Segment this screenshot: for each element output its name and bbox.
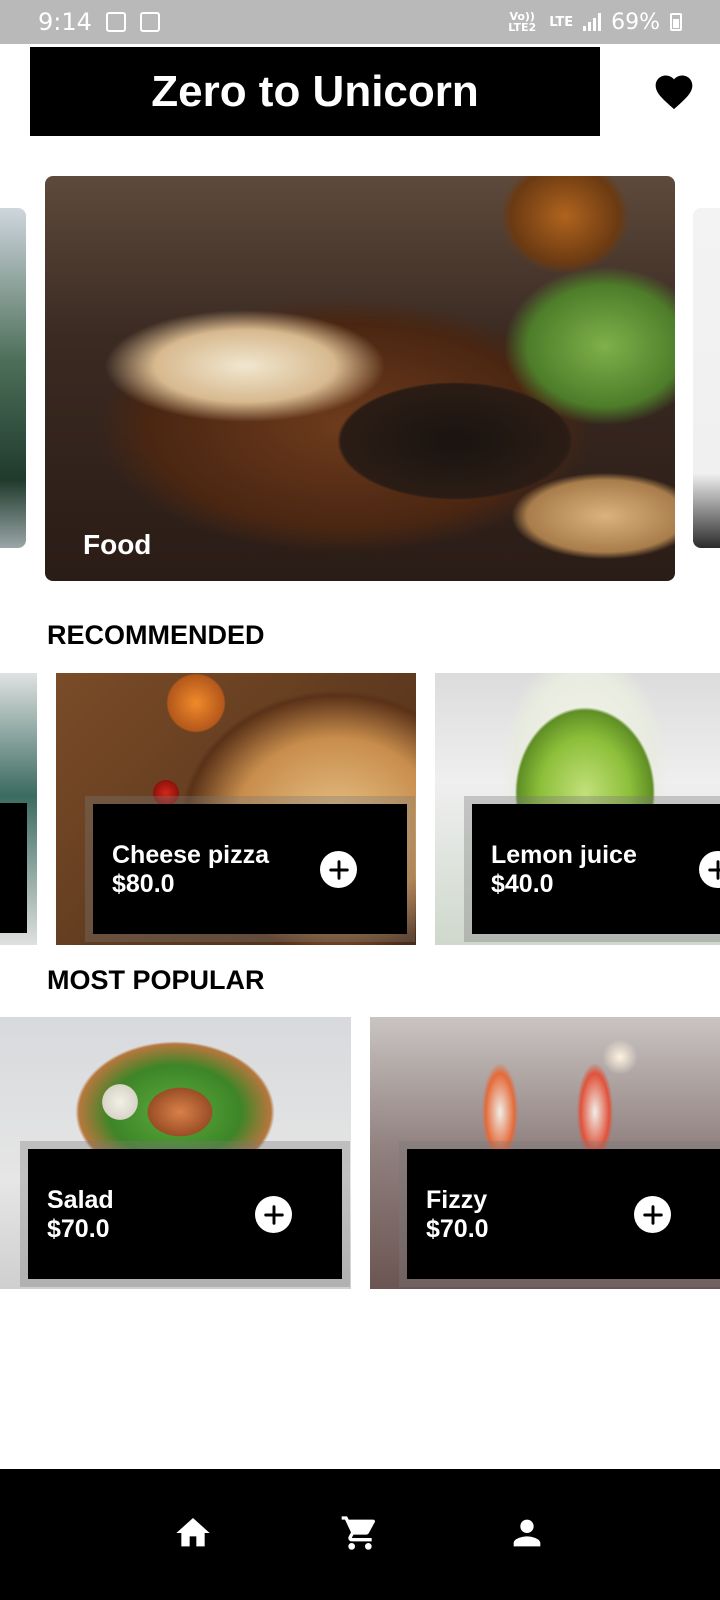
card-panel: Lemon juice $40.0 xyxy=(464,796,720,942)
signal-icon xyxy=(583,13,602,31)
carousel-next-card[interactable] xyxy=(693,208,720,548)
card-panel: Cheese pizza $80.0 xyxy=(85,796,415,942)
product-price: $70.0 xyxy=(47,1215,110,1243)
product-price: $40.0 xyxy=(491,870,554,898)
cart-icon[interactable] xyxy=(338,1511,382,1555)
recommended-card-cheese-pizza[interactable]: Cheese pizza $80.0 xyxy=(56,673,416,945)
most-popular-title: MOST POPULAR xyxy=(47,965,265,995)
product-name: Salad xyxy=(47,1186,114,1214)
product-name: Lemon juice xyxy=(491,841,637,869)
recommended-title: RECOMMENDED xyxy=(47,620,265,650)
category-banner-food[interactable]: Food xyxy=(45,176,675,581)
popular-card-fizzy[interactable]: Fizzy $70.0 xyxy=(370,1017,720,1289)
status-bar: 9:14 Vo)) LTE2 LTE 69% xyxy=(0,0,720,44)
popular-card-salad[interactable]: Salad $70.0 xyxy=(0,1017,351,1289)
product-price: $80.0 xyxy=(112,870,175,898)
battery-percent: 69% xyxy=(611,9,660,35)
network-indicator: Vo)) LTE2 xyxy=(505,11,539,33)
lte-label: LTE xyxy=(549,14,574,30)
profile-icon[interactable] xyxy=(505,1511,549,1555)
bottom-nav xyxy=(0,1469,720,1600)
gallery-icon xyxy=(105,12,126,32)
banner-label: Food xyxy=(83,529,152,560)
recommended-card-lemon-juice[interactable]: Lemon juice $40.0 xyxy=(435,673,720,945)
card-panel: Salad $70.0 xyxy=(20,1141,350,1287)
card-panel: Fizzy $70.0 xyxy=(399,1141,720,1287)
product-name: Fizzy xyxy=(426,1186,488,1214)
add-to-cart-button[interactable] xyxy=(255,1196,292,1233)
plus-icon xyxy=(707,859,720,880)
battery-icon xyxy=(670,13,682,31)
carousel-prev-card[interactable] xyxy=(0,208,26,548)
network-top-label: Vo)) LTE2 xyxy=(508,10,537,34)
heart-icon[interactable] xyxy=(652,70,696,114)
home-icon[interactable] xyxy=(171,1511,215,1555)
plus-icon xyxy=(328,859,349,880)
product-name: Cheese pizza xyxy=(112,841,270,869)
plus-icon xyxy=(263,1204,284,1225)
add-to-cart-button[interactable] xyxy=(699,851,720,888)
add-to-cart-button[interactable] xyxy=(634,1196,671,1233)
plus-icon xyxy=(642,1204,663,1225)
recommended-card-prev[interactable] xyxy=(0,673,37,945)
card-panel xyxy=(0,803,27,933)
checkbox-icon xyxy=(139,12,160,32)
product-price: $70.0 xyxy=(426,1215,489,1243)
app-title: Zero to Unicorn xyxy=(30,47,600,136)
status-time: 9:14 xyxy=(38,8,92,36)
add-to-cart-button[interactable] xyxy=(320,851,357,888)
